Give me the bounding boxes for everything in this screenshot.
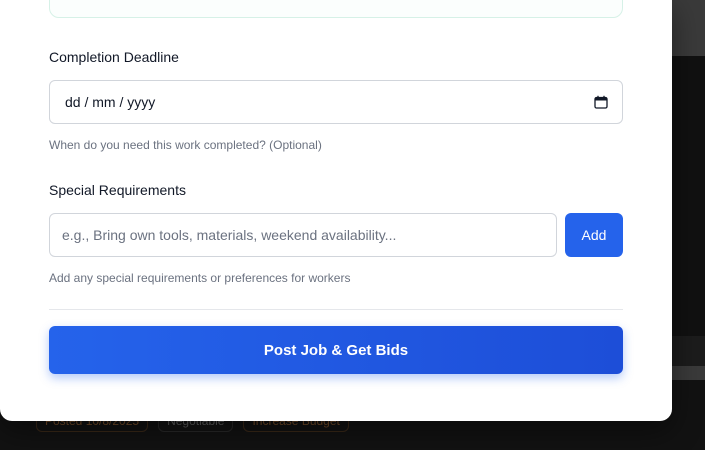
completion-deadline-helper: When do you need this work completed? (O… — [49, 138, 322, 152]
special-requirements-helper: Add any special requirements or preferen… — [49, 271, 351, 285]
special-requirements-label: Special Requirements — [49, 182, 186, 198]
previous-section-card — [49, 0, 623, 18]
background-header-band — [672, 0, 705, 56]
post-job-button[interactable]: Post Job & Get Bids — [49, 326, 623, 374]
completion-deadline-label: Completion Deadline — [49, 49, 179, 65]
special-requirements-input[interactable] — [49, 213, 557, 257]
form-divider — [49, 309, 623, 310]
post-job-modal: Completion Deadline dd / mm / yyyy When … — [0, 0, 672, 421]
completion-deadline-input[interactable]: dd / mm / yyyy — [49, 80, 623, 124]
calendar-icon[interactable] — [594, 95, 608, 109]
date-value: dd / mm / yyyy — [65, 94, 156, 110]
add-requirement-button[interactable]: Add — [565, 213, 623, 257]
